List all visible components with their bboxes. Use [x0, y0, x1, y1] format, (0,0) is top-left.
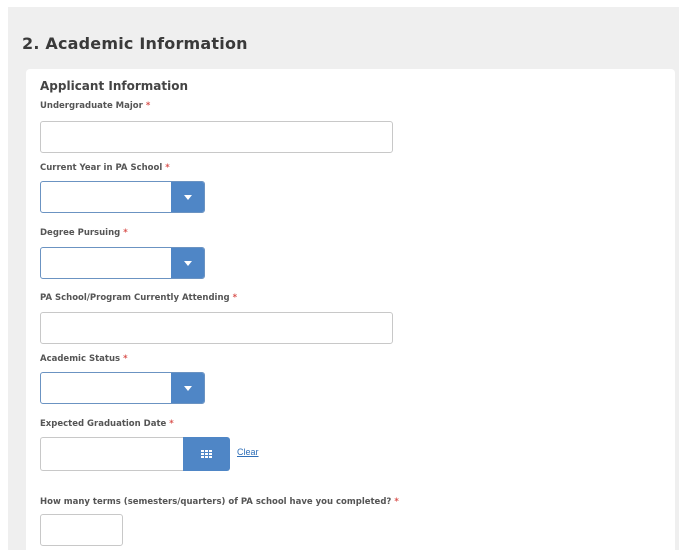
academic-status-select[interactable] [40, 372, 205, 404]
required-marker: * [123, 354, 128, 364]
pa-school-label-text: PA School/Program Currently Attending [40, 293, 230, 303]
terms-completed-label: How many terms (semesters/quarters) of P… [40, 497, 399, 507]
degree-pursuing-select[interactable] [40, 247, 205, 279]
chevron-down-icon[interactable] [171, 373, 204, 403]
terms-completed-input[interactable] [40, 514, 123, 546]
undergrad-major-input[interactable] [40, 121, 393, 153]
required-marker: * [123, 228, 128, 238]
graduation-date-picker [40, 437, 230, 471]
required-marker: * [145, 101, 151, 111]
pa-school-label: PA School/Program Currently Attending * [40, 293, 237, 303]
graduation-date-input[interactable] [40, 437, 183, 471]
graduation-date-label-text: Expected Graduation Date [40, 419, 167, 429]
pa-school-input[interactable] [40, 312, 393, 344]
chevron-down-icon[interactable] [171, 248, 204, 278]
required-marker: * [232, 293, 238, 303]
section-title: 2. Academic Information [22, 34, 248, 53]
academic-status-label-text: Academic Status [40, 354, 121, 364]
current-year-label: Current Year in PA School * [40, 163, 170, 173]
required-marker: * [165, 163, 170, 173]
required-marker: * [169, 419, 174, 429]
calendar-button[interactable] [183, 437, 230, 471]
applicant-info-card: Applicant Information Undergraduate Majo… [26, 69, 675, 557]
degree-pursuing-label-text: Degree Pursuing [40, 228, 121, 238]
academic-status-label: Academic Status * [40, 354, 128, 364]
undergrad-major-label-text: Undergraduate Major [40, 101, 143, 111]
degree-pursuing-label: Degree Pursuing * [40, 228, 128, 238]
graduation-date-label: Expected Graduation Date * [40, 419, 174, 429]
card-subtitle: Applicant Information [40, 79, 188, 93]
terms-completed-label-text: How many terms (semesters/quarters) of P… [40, 497, 392, 507]
clear-date-link[interactable]: Clear [237, 447, 259, 457]
academic-section: 2. Academic Information Applicant Inform… [8, 7, 679, 557]
calendar-icon [201, 450, 212, 458]
undergrad-major-label: Undergraduate Major * [40, 101, 150, 111]
chevron-down-icon[interactable] [171, 182, 204, 212]
current-year-label-text: Current Year in PA School [40, 163, 163, 173]
required-marker: * [394, 497, 399, 507]
current-year-select[interactable] [40, 181, 205, 213]
